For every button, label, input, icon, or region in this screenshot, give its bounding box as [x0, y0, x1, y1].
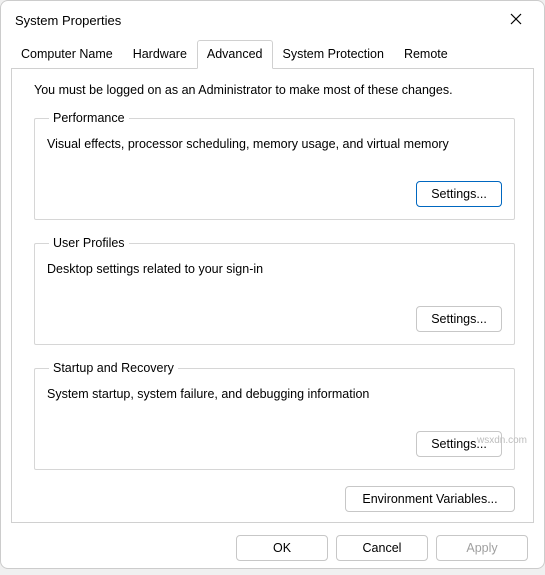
tab-computer-name[interactable]: Computer Name [11, 40, 123, 69]
startup-recovery-legend: Startup and Recovery [49, 361, 178, 375]
apply-button[interactable]: Apply [436, 535, 528, 561]
dialog-footer: OK Cancel Apply [1, 523, 544, 575]
environment-variables-button[interactable]: Environment Variables... [345, 486, 515, 512]
close-icon [510, 13, 522, 28]
user-profiles-button-row: Settings... [47, 306, 502, 332]
tab-advanced[interactable]: Advanced [197, 40, 273, 69]
user-profiles-group: User Profiles Desktop settings related t… [34, 236, 515, 345]
user-profiles-desc: Desktop settings related to your sign-in [47, 262, 502, 276]
performance-settings-button[interactable]: Settings... [416, 181, 502, 207]
performance-group: Performance Visual effects, processor sc… [34, 111, 515, 220]
admin-notice: You must be logged on as an Administrato… [34, 83, 515, 97]
watermark-text: wsxdn.com [477, 435, 527, 446]
system-properties-window: System Properties Computer Name Hardware… [0, 0, 545, 569]
user-profiles-settings-button[interactable]: Settings... [416, 306, 502, 332]
performance-desc: Visual effects, processor scheduling, me… [47, 137, 502, 151]
tab-remote[interactable]: Remote [394, 40, 458, 69]
tabs-container: Computer Name Hardware Advanced System P… [1, 35, 544, 69]
env-vars-row: Environment Variables... [34, 486, 515, 512]
ok-button[interactable]: OK [236, 535, 328, 561]
window-title: System Properties [15, 13, 121, 28]
startup-recovery-desc: System startup, system failure, and debu… [47, 387, 502, 401]
titlebar: System Properties [1, 1, 544, 35]
user-profiles-legend: User Profiles [49, 236, 129, 250]
tab-strip: Computer Name Hardware Advanced System P… [11, 39, 534, 69]
startup-recovery-button-row: Settings... [47, 431, 502, 457]
performance-button-row: Settings... [47, 181, 502, 207]
performance-legend: Performance [49, 111, 129, 125]
advanced-panel: You must be logged on as an Administrato… [11, 69, 534, 523]
close-button[interactable] [502, 8, 530, 32]
cancel-button[interactable]: Cancel [336, 535, 428, 561]
tab-hardware[interactable]: Hardware [123, 40, 197, 69]
tab-system-protection[interactable]: System Protection [273, 40, 394, 69]
startup-recovery-group: Startup and Recovery System startup, sys… [34, 361, 515, 470]
